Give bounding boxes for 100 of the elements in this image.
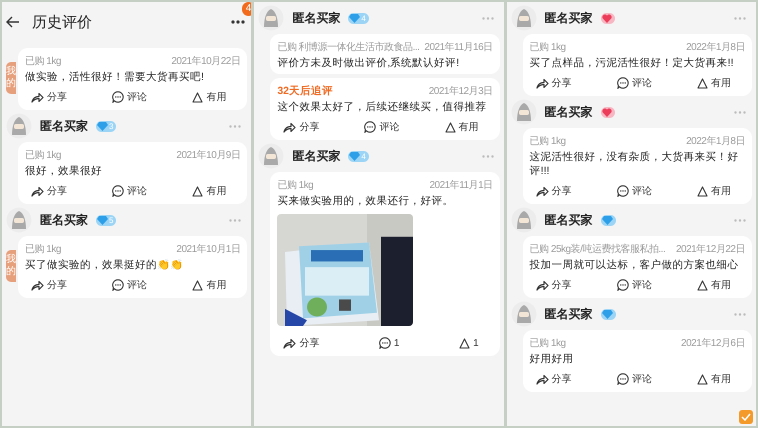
check-button[interactable] — [738, 410, 753, 424]
share-button[interactable]: 分享 — [536, 278, 572, 292]
useful-button[interactable]: 有用 — [192, 90, 226, 104]
heart-icon — [602, 14, 612, 22]
share-icon — [536, 78, 549, 88]
comment-button[interactable]: 1 — [378, 337, 400, 349]
useful-button[interactable]: 1 — [459, 338, 479, 348]
comment-button[interactable]: 评论 — [364, 120, 400, 134]
avatar — [510, 99, 537, 125]
review-date: 2021年12月6日 — [681, 337, 745, 350]
useful-button[interactable]: 有用 — [192, 184, 226, 198]
review-date: 2021年11月1日 — [429, 179, 493, 192]
mine-tag: 我的 — [6, 62, 16, 94]
share-icon — [283, 122, 296, 132]
share-icon — [536, 280, 549, 290]
share-icon — [31, 92, 44, 102]
back-icon[interactable] — [6, 16, 20, 28]
avatar — [510, 5, 537, 31]
followup-label: 32天后追评 — [277, 84, 334, 98]
share-button[interactable]: 分享 — [283, 120, 320, 134]
review-text: 评价方未及时做出评价,系统默认好评! — [277, 56, 460, 70]
share-button[interactable]: 分享 — [31, 278, 67, 292]
comment-icon — [616, 77, 629, 89]
check-icon — [740, 413, 751, 421]
review-date: 2021年12月22日 — [676, 243, 745, 256]
comment-button[interactable]: 评论 — [112, 90, 148, 104]
share-button[interactable]: 分享 — [31, 90, 67, 104]
diamond-icon — [97, 122, 108, 130]
review-text: 买了点样品，污泥活性很好！定大货再来!! — [530, 56, 734, 70]
user-name: 匿名买家 — [544, 306, 593, 322]
review-date: 2021年11月16日 — [424, 41, 493, 54]
review-date: 2021年10月22日 — [171, 55, 240, 68]
more-icon[interactable] — [231, 20, 246, 24]
diamond-icon — [602, 310, 613, 318]
level-badge: 4 — [348, 150, 369, 162]
purchase-info: 已购 1kg — [25, 55, 61, 68]
useful-button[interactable]: 有用 — [696, 372, 731, 386]
comment-button[interactable]: 评论 — [616, 76, 652, 90]
purchase-info: 已购 1kg — [530, 41, 566, 54]
avatar — [510, 207, 537, 233]
useful-button[interactable]: 有用 — [444, 120, 479, 134]
useful-button[interactable]: 有用 — [696, 76, 731, 90]
mine-tag: 我的 — [6, 250, 16, 282]
share-icon — [536, 374, 549, 384]
user-name: 匿名买家 — [292, 10, 340, 26]
share-button[interactable]: 分享 — [536, 184, 572, 198]
avatar — [6, 207, 32, 233]
avatar — [258, 5, 284, 31]
diamond-icon — [602, 216, 613, 224]
review-date: 2022年1月8日 — [686, 135, 745, 148]
diamond-icon — [349, 152, 360, 160]
review-date: 2021年12月3日 — [428, 85, 493, 98]
user-name: 匿名买家 — [544, 104, 593, 120]
review-date: 2021年10月9日 — [176, 149, 240, 162]
share-button[interactable]: 分享 — [31, 184, 67, 198]
purchase-info: 已购 1kg — [25, 149, 61, 162]
comment-icon — [616, 373, 629, 385]
comment-button[interactable]: 评论 — [112, 278, 148, 292]
diamond-icon — [349, 14, 360, 22]
share-icon — [536, 186, 549, 196]
user-name: 匿名买家 — [40, 118, 88, 134]
purchase-info: 已购 1kg — [277, 179, 314, 192]
share-button[interactable]: 分享 — [536, 372, 572, 386]
comment-button[interactable]: 评论 — [112, 184, 148, 198]
comment-icon — [616, 279, 629, 291]
comment-icon — [616, 185, 629, 197]
review-date: 2021年10月1日 — [176, 243, 240, 256]
review-text: 投加一周就可以达标，客户做的方案也细心 — [530, 258, 740, 272]
purchase-info: 已购 1kg — [530, 135, 566, 148]
review-text: 好用好用 — [530, 352, 575, 366]
diamond-icon — [97, 216, 108, 224]
share-button[interactable]: 分享 — [283, 336, 320, 350]
review-text: 买了做实验的，效果挺好的👏👏 — [25, 258, 184, 272]
user-name: 匿名买家 — [40, 212, 88, 228]
purchase-info: 已购 1kg — [530, 337, 566, 350]
share-icon — [31, 280, 44, 290]
share-icon — [31, 186, 44, 196]
review-text: 很好，效果很好 — [25, 164, 103, 178]
share-button[interactable]: 分享 — [536, 76, 572, 90]
useful-button[interactable]: 有用 — [192, 278, 226, 292]
comment-button[interactable]: 评论 — [616, 372, 652, 386]
purchase-info: 已购 1kg — [25, 243, 61, 256]
review-text: 买来做实验用的，效果还行，好评。 — [277, 194, 454, 208]
heart-icon — [602, 108, 612, 116]
user-name: 匿名买家 — [292, 148, 340, 164]
comment-icon — [112, 91, 124, 103]
notification-badge: 4 — [242, 2, 252, 16]
review-text: 做实验，活性很好！需要大货再买吧! — [25, 70, 205, 84]
comment-icon — [364, 121, 376, 133]
level-badge: 3 — [96, 120, 116, 132]
comment-icon — [378, 337, 391, 349]
comment-button[interactable]: 评论 — [616, 184, 652, 198]
share-icon — [283, 338, 296, 348]
useful-button[interactable]: 有用 — [696, 278, 731, 292]
useful-button[interactable]: 有用 — [696, 184, 731, 198]
purchase-info: 已购 利博源一体化生活市政食品... — [277, 40, 420, 54]
avatar — [510, 301, 537, 327]
user-name: 匿名买家 — [544, 10, 593, 26]
comment-button[interactable]: 评论 — [616, 278, 652, 292]
avatar — [258, 143, 284, 169]
